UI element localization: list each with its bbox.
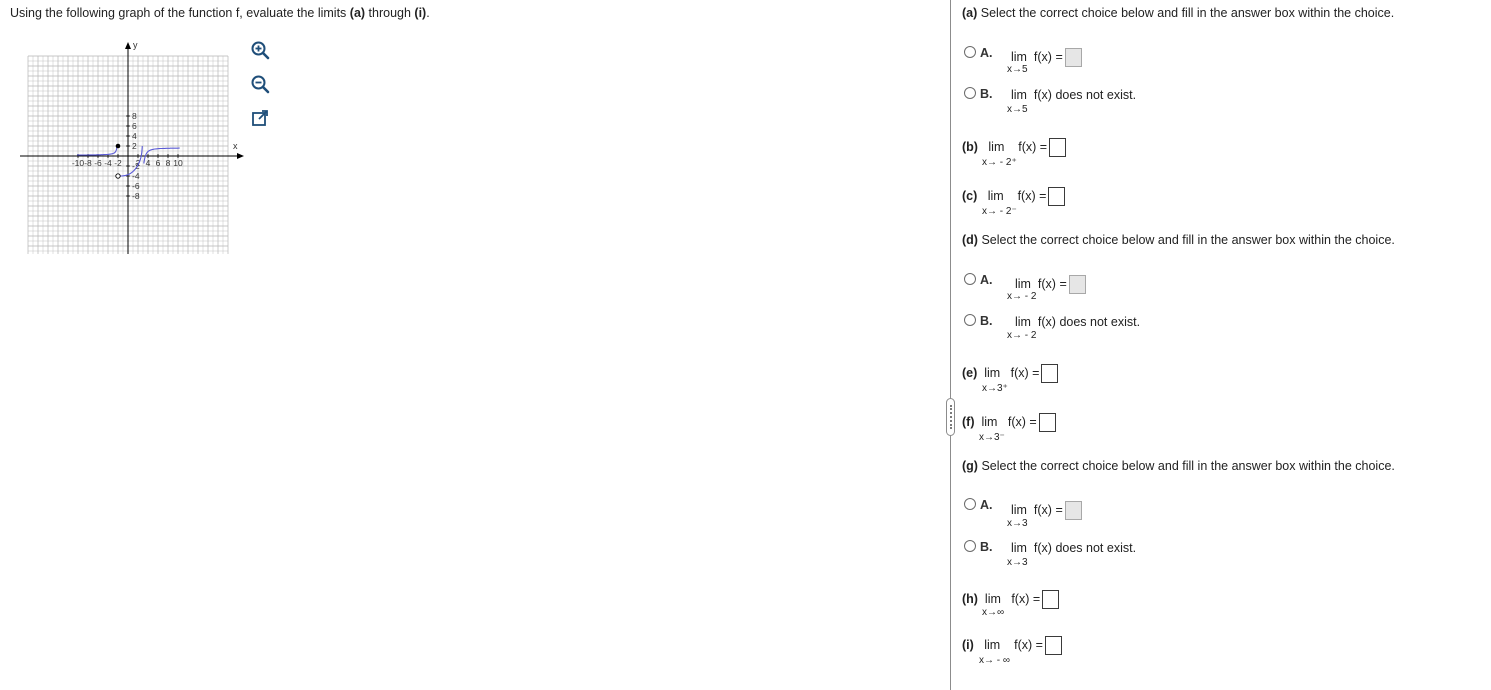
question-g-option-a-sub: x→3 — [1007, 518, 1028, 529]
open-dot — [115, 173, 121, 179]
left-pane: Using the following graph of the functio… — [0, 0, 950, 690]
question-g-option-b-expr: lim f(x) does not exist. — [1011, 541, 1137, 555]
questions-pane: (a) Select the correct choice below and … — [962, 0, 1482, 690]
x-tick-label: 6 — [156, 158, 161, 168]
question-d-prompt: (d) Select the correct choice below and … — [962, 233, 1395, 247]
y-tick-label: 6 — [132, 121, 137, 131]
question-a-option-b-sub: x→5 — [1007, 104, 1028, 115]
y-tick-label: 2 — [132, 141, 137, 151]
answer-box-d[interactable] — [1068, 275, 1086, 294]
closed-dot — [115, 143, 121, 149]
question-i-sub: x→ - ∞ — [979, 655, 1011, 666]
question-g-prompt: (g) Select the correct choice below and … — [962, 459, 1395, 473]
question-d-option-a[interactable]: A. — [964, 273, 993, 287]
y-tick-label: -6 — [132, 181, 140, 191]
x-tick-label: -8 — [84, 158, 92, 168]
radio-button[interactable] — [964, 87, 976, 99]
y-axis-label: y — [133, 40, 138, 50]
x-tick-label: 4 — [146, 158, 151, 168]
radio-button[interactable] — [964, 273, 976, 285]
y-tick-label: -8 — [132, 191, 140, 201]
question-g-option-b[interactable]: B. — [964, 540, 993, 554]
x-tick-label: 8 — [166, 158, 171, 168]
instructions-end: . — [426, 6, 430, 20]
question-g-option-a[interactable]: A. — [964, 498, 993, 512]
question-i: (i) lim f(x) = — [962, 636, 1062, 655]
radio-button[interactable] — [964, 498, 976, 510]
x-tick-label: 10 — [173, 158, 183, 168]
instructions-mid: through — [365, 6, 415, 20]
function-graph: -10 -8 -6 -4 -2 2 4 6 8 108642-2-4-6-8 x y — [20, 40, 244, 254]
instructions: Using the following graph of the functio… — [10, 6, 430, 20]
question-a-option-a-sub: x→5 — [1007, 64, 1028, 75]
question-b: (b) lim f(x) = — [962, 138, 1067, 157]
question-c-sub: x→ - 2⁻ — [982, 206, 1017, 217]
question-h-sub: x→∞ — [982, 607, 1005, 618]
answer-box-b[interactable] — [1049, 138, 1067, 157]
instructions-i: (i) — [414, 6, 427, 20]
question-d-option-b-sub: x→ - 2 — [1007, 330, 1037, 341]
y-tick-label: 8 — [132, 111, 137, 121]
instructions-a: (a) — [349, 6, 366, 20]
zoom-in-icon[interactable] — [250, 40, 270, 60]
question-h: (h) lim f(x) = — [962, 590, 1060, 609]
answer-box-g[interactable] — [1064, 501, 1082, 520]
question-f: (f) lim f(x) = — [962, 413, 1056, 432]
x-axis-arrow — [237, 153, 244, 159]
zoom-out-icon[interactable] — [250, 74, 270, 94]
question-a-option-a[interactable]: A. — [964, 46, 993, 60]
answer-box-a[interactable] — [1064, 48, 1082, 67]
question-b-sub: x→ - 2⁺ — [982, 157, 1017, 168]
question-d-option-b-expr: lim f(x) does not exist. — [1015, 315, 1141, 329]
question-a-option-b-expr: lim f(x) does not exist. — [1011, 88, 1137, 102]
question-a-prompt: (a) Select the correct choice below and … — [962, 6, 1395, 20]
x-axis-label: x — [233, 141, 238, 151]
question-c: (c) lim f(x) = — [962, 187, 1066, 206]
y-tick-label: -4 — [132, 171, 140, 181]
answer-box-i[interactable] — [1044, 636, 1062, 655]
question-a-option-b[interactable]: B. — [964, 87, 993, 101]
x-tick-label: -2 — [114, 158, 122, 168]
x-tick-label: -6 — [94, 158, 102, 168]
popout-icon[interactable] — [250, 108, 270, 128]
question-g-option-b-sub: x→3 — [1007, 557, 1028, 568]
answer-box-c[interactable] — [1048, 187, 1066, 206]
graph-tools — [250, 40, 272, 142]
y-axis-arrow — [125, 42, 131, 49]
pane-resize-handle[interactable] — [946, 398, 955, 436]
answer-box-e[interactable] — [1041, 364, 1059, 383]
question-d-option-a-sub: x→ - 2 — [1007, 291, 1037, 302]
x-tick-label: -4 — [104, 158, 112, 168]
radio-button[interactable] — [964, 46, 976, 58]
instructions-text: Using the following graph of the functio… — [10, 6, 350, 20]
x-tick-label: -10 — [72, 158, 85, 168]
pane-divider — [950, 0, 951, 690]
radio-button[interactable] — [964, 540, 976, 552]
answer-box-h[interactable] — [1042, 590, 1060, 609]
question-e-sub: x→3⁺ — [982, 383, 1008, 394]
y-tick-label: 4 — [132, 131, 137, 141]
question-f-sub: x→3⁻ — [979, 432, 1005, 443]
radio-button[interactable] — [964, 314, 976, 326]
answer-box-f[interactable] — [1038, 413, 1056, 432]
question-e: (e) lim f(x) = — [962, 364, 1059, 383]
question-d-option-b[interactable]: B. — [964, 314, 993, 328]
